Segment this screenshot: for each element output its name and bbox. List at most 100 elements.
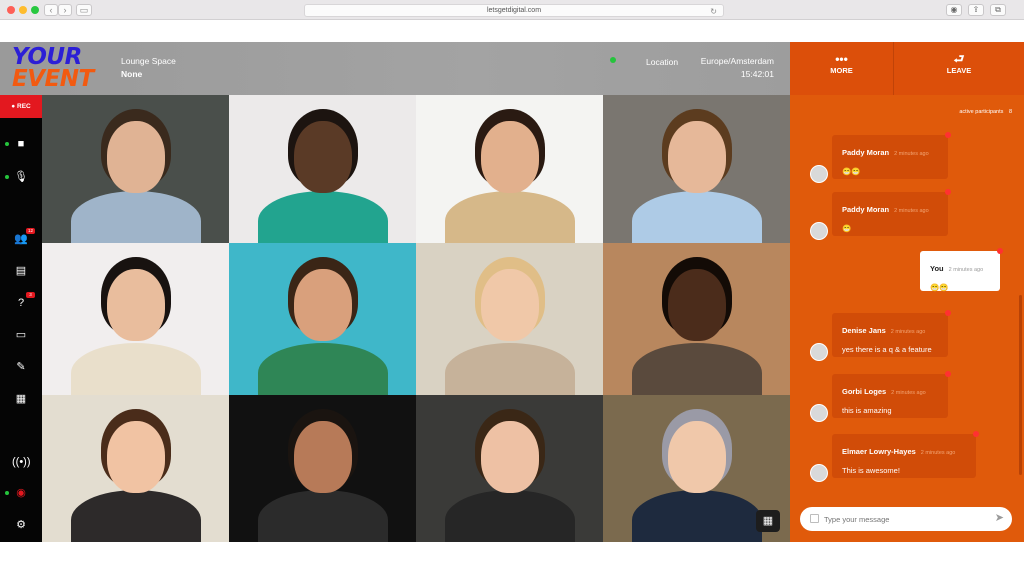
- participant-face: [106, 269, 165, 341]
- message-author: Denise Jans: [842, 326, 886, 335]
- video-grid: ▦: [42, 95, 790, 542]
- back-icon[interactable]: ‹: [44, 4, 58, 16]
- participant-shoulders: [257, 343, 388, 395]
- broadcast-icon[interactable]: ((•)): [12, 453, 31, 471]
- participant-video-tile[interactable]: [42, 395, 229, 542]
- location-label: Location: [646, 57, 679, 67]
- sidebar-toggle-icon[interactable]: ▭: [76, 4, 92, 16]
- mic-status-icon: [5, 175, 9, 179]
- control-sidebar: ● REC ■ 🎙 👥 12 ▤ ? 3 ▭ ✎ ▦ ((•)) ◉ ⚙: [0, 95, 42, 542]
- screen-share-icon[interactable]: ▭: [12, 326, 30, 344]
- participant-face: [667, 269, 726, 341]
- record-button[interactable]: ● REC: [0, 95, 42, 118]
- microphone-icon[interactable]: 🎙: [12, 168, 30, 186]
- minimize-window-icon[interactable]: [19, 6, 27, 14]
- timezone-name: Europe/Amsterdam: [700, 56, 774, 66]
- participant-shoulders: [631, 490, 762, 542]
- message-author: Gorbi Loges: [842, 387, 887, 396]
- message-author: You: [930, 264, 944, 273]
- camera-icon[interactable]: ■: [12, 135, 30, 153]
- leave-icon: ⮐: [953, 52, 965, 66]
- message-time: 2 minutes ago: [948, 267, 984, 273]
- logo-line-1: YOUR: [12, 44, 82, 70]
- message-text: 😁: [842, 224, 852, 233]
- participant-video-tile[interactable]: [229, 243, 416, 395]
- send-icon[interactable]: ➤: [995, 511, 1004, 524]
- participant-video-tile[interactable]: [229, 95, 416, 243]
- grid-layout-button[interactable]: ▦: [756, 510, 780, 532]
- message-time: 2 minutes ago: [920, 450, 956, 456]
- participant-video-tile[interactable]: [416, 395, 603, 542]
- message-author: Elmaer Lowry-Hayes: [842, 447, 916, 456]
- message-bubble: Paddy Moran 2 minutes ago 😁: [832, 189, 951, 236]
- participant-video-tile[interactable]: [416, 95, 603, 243]
- message-time: 2 minutes ago: [891, 390, 926, 396]
- lounge-value: None: [121, 69, 143, 79]
- participant-shoulders: [257, 191, 388, 243]
- record-icon[interactable]: ◉: [12, 484, 30, 502]
- participant-face: [106, 421, 165, 493]
- active-label: active participants: [959, 109, 1004, 115]
- image-attach-icon[interactable]: [810, 514, 819, 523]
- avatar: [810, 343, 828, 361]
- participant-video-tile[interactable]: [42, 243, 229, 395]
- tabs-icon[interactable]: ⧉: [990, 4, 1006, 16]
- active-count: 8: [1008, 109, 1012, 115]
- participant-shoulders: [631, 191, 762, 243]
- participant-video-tile[interactable]: [42, 95, 229, 243]
- delete-message-icon[interactable]: [973, 431, 979, 437]
- message-bubble: Gorbi Loges 2 minutes ago this is amazing: [832, 371, 951, 418]
- delete-message-icon[interactable]: [945, 310, 951, 316]
- more-button[interactable]: ••• MORE: [790, 42, 893, 95]
- delete-message-icon[interactable]: [945, 189, 951, 195]
- participant-shoulders: [70, 490, 201, 542]
- chat-scrollbar[interactable]: [1019, 295, 1022, 475]
- share-icon[interactable]: ⇪: [968, 4, 984, 16]
- address-bar[interactable]: letsgetdigital.com ↻: [304, 4, 724, 17]
- message-author: Paddy Moran: [842, 205, 890, 214]
- timezone-info: Europe/Amsterdam 15:42:01: [701, 55, 774, 81]
- pencil-icon[interactable]: ✎: [12, 358, 30, 376]
- participant-shoulders: [257, 490, 388, 542]
- avatar: [810, 165, 828, 183]
- participant-video-tile[interactable]: [603, 95, 790, 243]
- download-icon[interactable]: ◉: [946, 4, 962, 16]
- message-time: 2 minutes ago: [894, 208, 929, 214]
- event-header: YOUR EVENT Lounge Space None Location Eu…: [0, 42, 790, 95]
- avatar: [810, 222, 828, 240]
- delete-message-icon[interactable]: [945, 132, 951, 138]
- settings-gear-icon[interactable]: ⚙: [12, 516, 30, 534]
- leave-button[interactable]: ⮐ LEAVE: [894, 42, 1024, 95]
- forward-icon[interactable]: ›: [58, 4, 72, 16]
- participant-face: [293, 121, 352, 193]
- chat-icon[interactable]: ▤: [12, 262, 30, 280]
- participant-video-tile[interactable]: [603, 243, 790, 395]
- participant-face: [667, 421, 726, 493]
- lounge-label: Lounge Space: [121, 56, 176, 66]
- message-bubble: You 2 minutes ago 😁😁: [920, 248, 1003, 292]
- message-bubble: Denise Jans 2 minutes ago yes there is a q…: [832, 310, 951, 357]
- active-participants: active participants 8: [959, 109, 1012, 115]
- delete-message-icon[interactable]: [945, 371, 951, 377]
- more-label: MORE: [830, 66, 853, 75]
- participant-video-tile[interactable]: ▦: [603, 395, 790, 542]
- document-icon[interactable]: ▦: [12, 390, 30, 408]
- logo-line-2: EVENT: [12, 66, 94, 92]
- rec-label: ● REC: [11, 103, 31, 110]
- reload-icon[interactable]: ↻: [710, 6, 717, 17]
- message-time: 2 minutes ago: [890, 329, 926, 335]
- message-author: Paddy Moran: [842, 148, 890, 157]
- current-time: 15:42:01: [740, 69, 774, 79]
- event-app: YOUR EVENT Lounge Space None Location Eu…: [0, 42, 1024, 542]
- delete-message-icon[interactable]: [997, 248, 1003, 254]
- close-window-icon[interactable]: [7, 6, 15, 14]
- participant-video-tile[interactable]: [416, 243, 603, 395]
- participant-shoulders: [631, 343, 762, 395]
- message-composer[interactable]: ➤: [800, 507, 1012, 531]
- participant-face: [480, 121, 539, 193]
- record-status-icon: [5, 491, 9, 495]
- message-input[interactable]: [824, 511, 984, 527]
- participant-video-tile[interactable]: [229, 395, 416, 542]
- maximize-window-icon[interactable]: [31, 6, 39, 14]
- participant-shoulders: [70, 191, 201, 243]
